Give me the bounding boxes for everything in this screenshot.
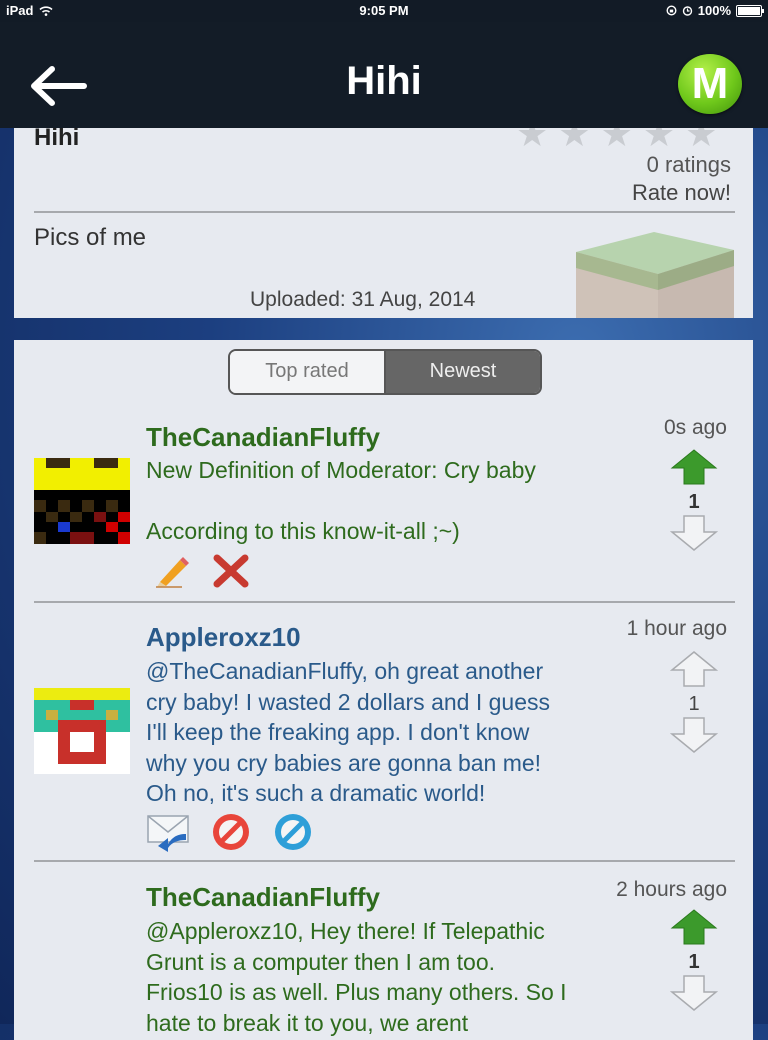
comment-line: hate to break it to you, we arent (146, 1009, 469, 1036)
delete-x-icon[interactable] (212, 554, 250, 588)
comment-divider (34, 860, 735, 862)
comments-panel: Top rated Newest TheCanadianFluffy 0s ag… (14, 340, 753, 1040)
comment-line (146, 486, 626, 517)
comment-body: New Definition of Moderator: Cry baby Ac… (146, 455, 626, 547)
star-icon[interactable]: ★ (601, 128, 633, 152)
comment-line: @TheCanadianFluffy, oh great another (146, 658, 544, 684)
comment-divider (34, 601, 735, 603)
vote-widget: 1 (669, 650, 719, 759)
upvote-arrow-icon[interactable] (670, 908, 718, 946)
sort-segmented-control: Top rated Newest (228, 349, 542, 395)
comment-line: Frios10 is as well. Plus many others. So… (146, 979, 567, 1005)
m-logo-button[interactable]: M (678, 54, 742, 114)
downvote-arrow-icon[interactable] (669, 974, 719, 1012)
downvote-arrow-icon[interactable] (669, 716, 719, 754)
comment-time: 2 hours ago (616, 878, 727, 901)
alarm-icon (682, 6, 692, 16)
rotation-lock-icon (666, 5, 677, 16)
downvote-arrow-icon[interactable] (669, 514, 719, 552)
comment-author[interactable]: TheCanadianFluffy (146, 422, 380, 453)
divider (34, 211, 735, 213)
nav-bar: Hihi M (0, 22, 768, 128)
vote-widget: 1 (669, 908, 719, 1017)
comment-author[interactable]: TheCanadianFluffy (146, 882, 380, 913)
star-icon[interactable]: ★ (516, 128, 548, 152)
battery-percent: 100% (697, 3, 731, 18)
battery-icon (736, 4, 764, 17)
rating-stars[interactable]: ★ ★ ★ ★ ★ (516, 128, 717, 152)
comment-line: @Appleroxz10, Hey there! If Telepathic (146, 918, 545, 944)
map-info-card: Hihi ★ ★ ★ ★ ★ 0 ratings Rate now! Pics … (14, 128, 753, 318)
vote-count: 1 (688, 491, 700, 513)
uploaded-date: Uploaded: 31 Aug, 2014 (250, 288, 476, 311)
vote-count: 1 (688, 693, 700, 715)
comment-body: @TheCanadianFluffy, oh great another cry… (146, 656, 626, 809)
comment-line: Oh no, it's such a dramatic world! (146, 780, 486, 806)
vote-widget: 1 (669, 448, 719, 557)
star-icon[interactable]: ★ (558, 128, 590, 152)
comment-body: @Appleroxz10, Hey there! If Telepathic G… (146, 916, 626, 1038)
comment-time: 1 hour ago (626, 617, 727, 640)
upvote-arrow-icon[interactable] (670, 448, 718, 486)
ban-icon[interactable] (272, 812, 314, 852)
map-title: Hihi (34, 128, 80, 151)
vote-count: 1 (688, 951, 700, 973)
comment-line: New Definition of Moderator: Cry baby (146, 457, 536, 483)
tab-top-rated[interactable]: Top rated (230, 351, 386, 393)
comment-line: why you cry babies are gonna ban me! (146, 749, 542, 776)
reply-mail-icon[interactable] (146, 812, 192, 852)
user-avatar[interactable] (34, 688, 130, 774)
user-avatar[interactable] (34, 458, 130, 544)
tab-newest[interactable]: Newest (386, 351, 540, 393)
comment-time: 0s ago (663, 416, 727, 439)
grass-block-image (576, 232, 734, 318)
upvote-arrow-icon[interactable] (669, 650, 719, 688)
star-icon[interactable]: ★ (643, 128, 675, 152)
map-description: Pics of me (34, 224, 147, 251)
comment-author[interactable]: Appleroxz10 (146, 622, 301, 653)
comment-line: According to this know-it-all ;~) (146, 518, 460, 544)
edit-pencil-icon[interactable] (152, 554, 190, 588)
star-icon[interactable]: ★ (685, 128, 717, 152)
clock: 9:05 PM (359, 3, 409, 18)
comment-line: Grunt is a computer then I am too. (146, 948, 495, 975)
ratings-count: 0 ratings (646, 152, 731, 177)
report-block-icon[interactable] (210, 812, 252, 852)
rate-now-link[interactable]: Rate now! (632, 180, 731, 206)
comment-line: I'll keep the freaking app. I don't know (146, 719, 530, 745)
page-title: Hihi (346, 59, 422, 103)
comment-line: cry baby! I wasted 2 dollars and I guess (146, 688, 550, 715)
status-bar: iPad 9:05 PM 100% (0, 0, 768, 22)
